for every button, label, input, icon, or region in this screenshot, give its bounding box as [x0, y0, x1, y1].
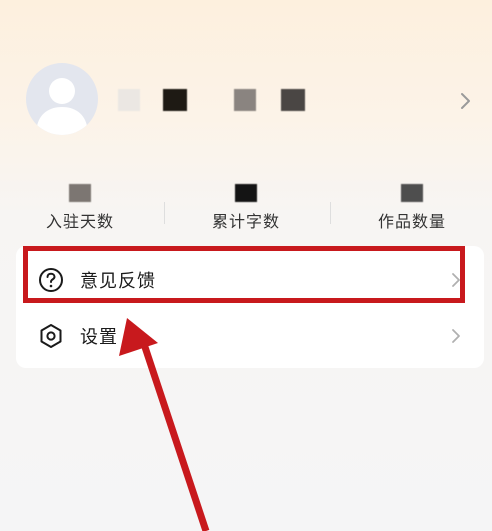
feedback-highlight-box — [23, 246, 465, 303]
menu-item-settings[interactable]: 设置 — [16, 308, 484, 364]
menu-item-settings-label: 设置 — [80, 327, 118, 348]
stat-words[interactable]: 累计字数 — [166, 178, 326, 231]
avatar[interactable] — [26, 63, 98, 135]
default-avatar-icon — [36, 78, 88, 135]
stat-days-label: 入驻天数 — [45, 212, 114, 231]
stat-works-value-blurred — [401, 184, 423, 202]
chevron-right-icon — [452, 329, 460, 343]
stats-divider — [330, 202, 331, 224]
stats-divider — [164, 202, 165, 224]
profile-header[interactable] — [0, 0, 492, 170]
stats-bar: 入驻天数 累计字数 作品数量 — [0, 178, 492, 231]
username-blurred-block-3 — [234, 89, 256, 111]
stat-days-value-blurred — [69, 184, 91, 202]
stat-works-label: 作品数量 — [377, 212, 446, 231]
stat-words-label: 累计字数 — [211, 212, 280, 231]
username-blurred-block-4 — [281, 89, 305, 111]
username-blurred-block-2 — [163, 89, 187, 111]
stat-words-value-blurred — [235, 184, 257, 202]
stat-days[interactable]: 入驻天数 — [0, 178, 160, 231]
chevron-right-icon[interactable] — [458, 90, 474, 112]
username-blurred-block-1 — [118, 89, 140, 111]
hexagon-settings-icon — [40, 324, 62, 348]
stat-works[interactable]: 作品数量 — [332, 178, 492, 231]
